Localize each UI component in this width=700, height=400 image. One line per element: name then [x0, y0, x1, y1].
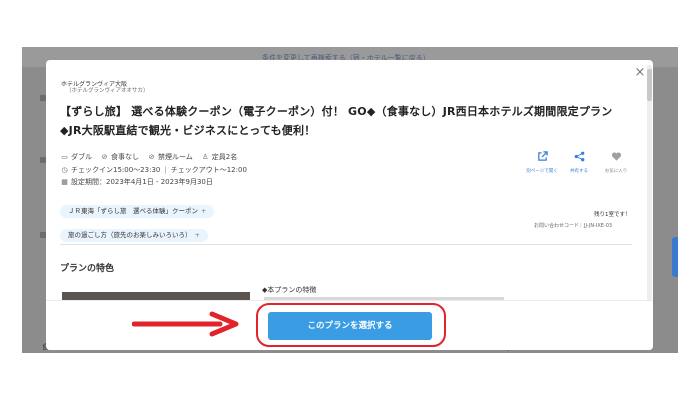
no-meal-icon: ⊘	[101, 153, 108, 162]
plan-detail-modal: ホテルグランヴィア大阪 （ホテルグランヴィアオオサカ） 【ずらし旅】 選べる体験…	[46, 60, 653, 350]
modal-footer: このプランを選択する	[46, 300, 653, 350]
plan-actions: 別ページで開く 共有する お気に入り	[524, 151, 634, 177]
section-title: プランの特色	[60, 264, 115, 274]
no-smoking-icon: ⊘	[148, 153, 155, 162]
select-plan-button[interactable]: このプランを選択する	[268, 312, 432, 340]
separator: |	[164, 165, 167, 174]
inquiry-code: お問い合わせコード：JJ-JN-IXE-03	[534, 223, 613, 229]
heart-icon	[598, 151, 634, 165]
people-icon: ♙	[202, 153, 209, 162]
bed-icon: ▭	[61, 153, 68, 162]
capacity-info: ♙ 定員2名	[202, 153, 238, 162]
tag-travel-style[interactable]: 旅の過ごし方（旅先のお楽しみいろいろ） +	[60, 229, 208, 242]
scrollbar-thumb[interactable]	[647, 69, 652, 101]
share-icon	[561, 151, 597, 165]
tag-coupon[interactable]: ＪＲ東海「ずらし旅 選べる体験」クーポン +	[60, 205, 215, 218]
close-icon[interactable]: ×	[633, 66, 647, 80]
external-link-icon	[524, 151, 560, 165]
hotel-name-kana: （ホテルグランヴィアオオサカ）	[66, 88, 149, 94]
plus-icon: +	[194, 231, 200, 239]
calendar-icon: ▦	[61, 178, 68, 187]
plan-title: 【ずらし旅】 選べる体験クーポン（電子クーポン）付！ GO◆（食事なし）JR西日…	[60, 105, 613, 137]
rooms-remaining: 残り1室です！	[594, 212, 631, 218]
modal-scrollbar[interactable]	[647, 65, 652, 301]
share-button[interactable]: 共有する	[561, 151, 597, 174]
screenshot-stage: 条件を変更して再検索する（宿・ホテル一覧に戻る） 食事タイプ 【ずらし旅】選べる…	[0, 0, 700, 400]
open-new-page-button[interactable]: 別ページで開く	[524, 151, 560, 174]
period-info: ▦ 設定期間：2023年4月1日 - 2023年9月30日	[61, 178, 213, 187]
checkout-info: チェックアウト〜12:00	[170, 165, 247, 174]
plan-photo	[62, 292, 250, 300]
plan-specs: ▭ ダブル ⊘ 食事なし ⊘ 禁煙ルーム ♙ 定員2名 ◷ チェックイン15:00〜23:…	[60, 151, 255, 189]
clock-icon: ◷	[61, 165, 68, 174]
plan-tags: ＪＲ東海「ずらし旅 選べる体験」クーポン + 旅の過ごし方（旅先のお楽しみいろいろ…	[60, 198, 215, 246]
favorite-button[interactable]: お気に入り	[598, 151, 634, 174]
modal-content: ホテルグランヴィア大阪 （ホテルグランヴィアオオサカ） 【ずらし旅】 選べる体験…	[46, 60, 646, 300]
feature-heading: ◆本プランの特徴	[262, 286, 317, 294]
smoking-info: ⊘ 禁煙ルーム	[148, 153, 193, 162]
checkin-info: ◷ チェックイン15:00〜23:30	[61, 165, 161, 174]
plus-icon: +	[201, 207, 207, 215]
room-type: ▭ ダブル	[61, 153, 92, 162]
background-side-tab	[672, 237, 678, 277]
meal-info: ⊘ 食事なし	[101, 153, 139, 162]
divider	[60, 244, 632, 245]
